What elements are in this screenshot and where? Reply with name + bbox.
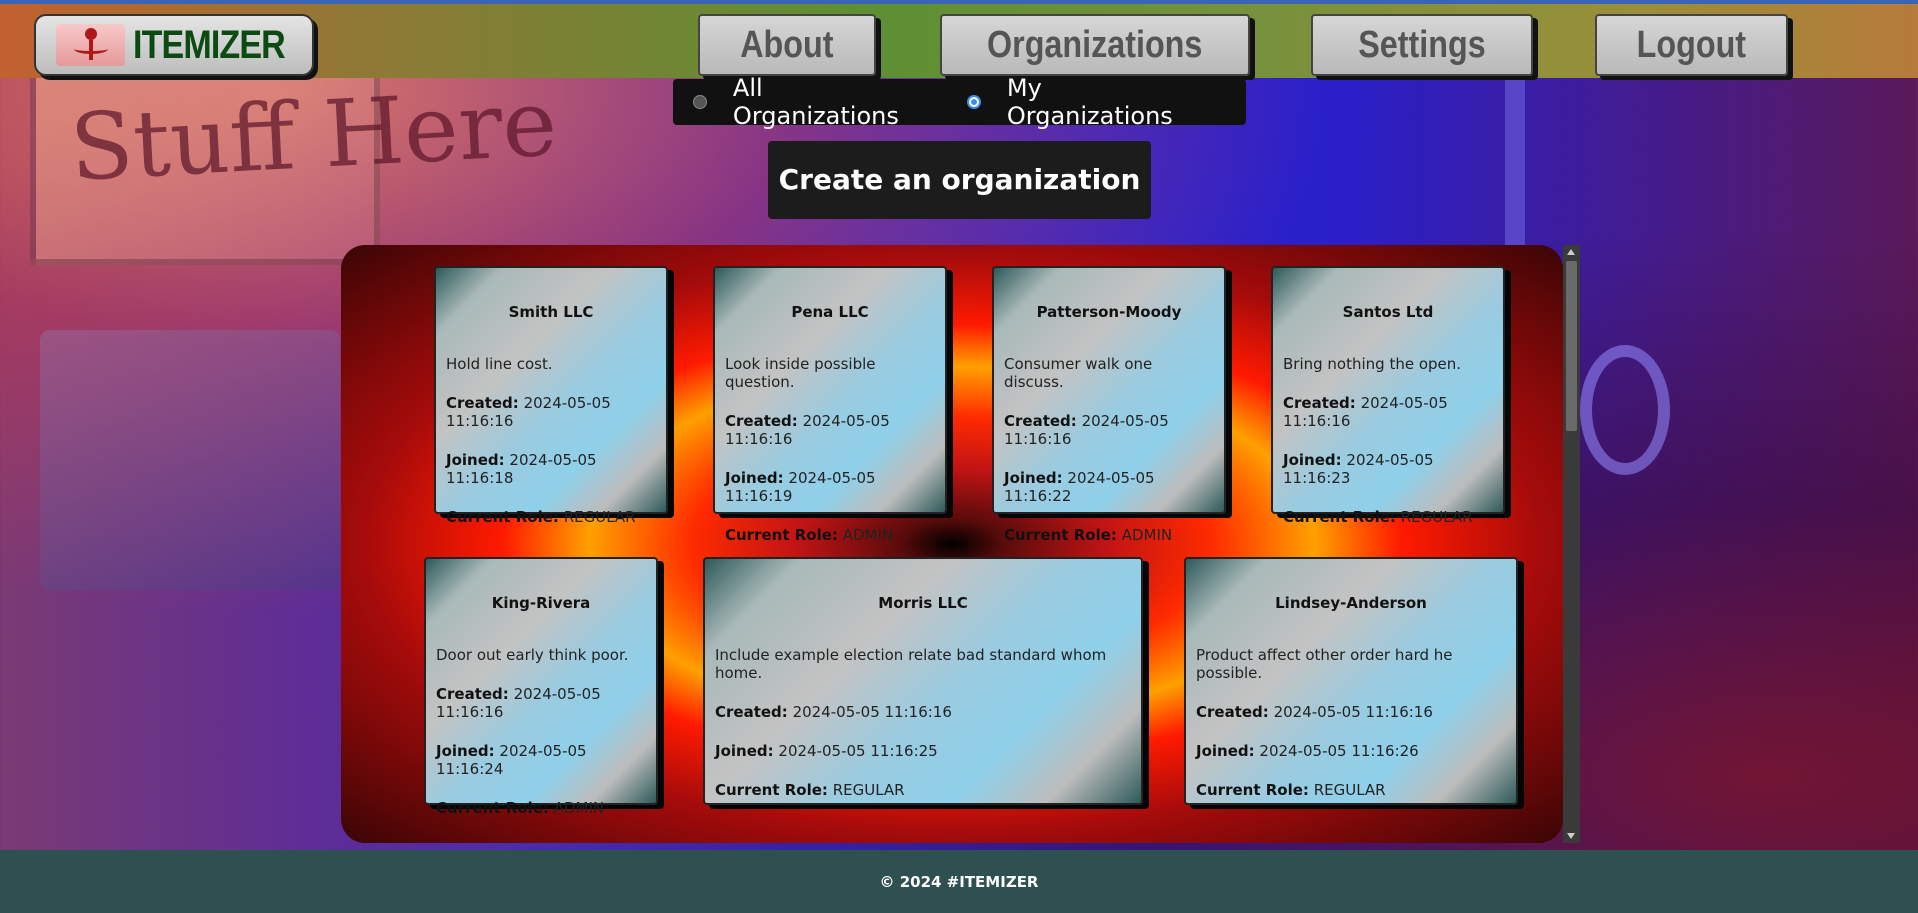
organization-card[interactable]: Pena LLC Look inside possible question. Cr… bbox=[713, 266, 947, 544]
role-value: ADMIN bbox=[842, 526, 894, 544]
organization-card[interactable]: Santos Ltd Bring nothing the open. Created… bbox=[1271, 266, 1505, 526]
background-sign-text: Stuff Here bbox=[67, 69, 560, 202]
logo[interactable]: ITEMIZER bbox=[34, 14, 314, 76]
organization-name: Smith LLC bbox=[508, 303, 594, 321]
logo-figure-icon bbox=[56, 24, 126, 66]
nav-settings-button[interactable]: Settings bbox=[1311, 14, 1533, 76]
footer-text: © 2024 #ITEMIZER bbox=[879, 873, 1039, 891]
created-label: Created: bbox=[725, 412, 798, 430]
create-organization-button[interactable]: Create an organization bbox=[768, 141, 1151, 219]
created-label: Created: bbox=[715, 703, 788, 721]
radio-all-organizations[interactable] bbox=[693, 95, 707, 109]
footer: © 2024 #ITEMIZER bbox=[0, 850, 1918, 913]
role-label: Current Role: bbox=[1283, 508, 1396, 526]
role-value: REGULAR bbox=[563, 508, 636, 526]
joined-row: Joined: 2024-05-05 11:16:19 bbox=[725, 469, 935, 505]
organization-card[interactable]: Lindsey-Anderson Product affect other ord… bbox=[1184, 557, 1518, 805]
created-value: 2024-05-05 11:16:16 bbox=[792, 703, 952, 721]
joined-row: Joined: 2024-05-05 11:16:18 bbox=[446, 451, 656, 487]
created-row: Created: 2024-05-05 11:16:16 bbox=[725, 412, 935, 448]
joined-value: 2024-05-05 11:16:26 bbox=[1259, 742, 1419, 760]
joined-label: Joined: bbox=[715, 742, 774, 760]
created-label: Created: bbox=[446, 394, 519, 412]
role-label: Current Role: bbox=[725, 526, 838, 544]
created-row: Created: 2024-05-05 11:16:16 bbox=[1196, 703, 1506, 721]
joined-row: Joined: 2024-05-05 11:16:25 bbox=[715, 742, 1131, 760]
nav-organizations-button[interactable]: Organizations bbox=[940, 14, 1250, 76]
organization-name: Lindsey-Anderson bbox=[1275, 594, 1427, 612]
organization-name: Santos Ltd bbox=[1342, 303, 1434, 321]
role-value: REGULAR bbox=[1313, 781, 1386, 799]
created-label: Created: bbox=[1283, 394, 1356, 412]
joined-label: Joined: bbox=[1196, 742, 1255, 760]
created-label: Created: bbox=[1004, 412, 1077, 430]
radio-label-my-organizations[interactable]: My Organizations bbox=[1007, 74, 1214, 130]
created-value: 2024-05-05 11:16:16 bbox=[1273, 703, 1433, 721]
organization-description: Bring nothing the open. bbox=[1283, 355, 1462, 373]
joined-value: 2024-05-05 11:16:25 bbox=[778, 742, 938, 760]
joined-row: Joined: 2024-05-05 11:16:22 bbox=[1004, 469, 1214, 505]
joined-label: Joined: bbox=[1004, 469, 1063, 487]
created-row: Created: 2024-05-05 11:16:16 bbox=[446, 394, 656, 430]
created-label: Created: bbox=[1196, 703, 1269, 721]
organization-name: Morris LLC bbox=[878, 594, 968, 612]
role-label: Current Role: bbox=[1196, 781, 1309, 799]
joined-row: Joined: 2024-05-05 11:16:26 bbox=[1196, 742, 1506, 760]
role-row: Current Role: REGULAR bbox=[1196, 781, 1506, 799]
created-row: Created: 2024-05-05 11:16:16 bbox=[1283, 394, 1493, 430]
joined-label: Joined: bbox=[725, 469, 784, 487]
joined-row: Joined: 2024-05-05 11:16:23 bbox=[1283, 451, 1493, 487]
joined-row: Joined: 2024-05-05 11:16:24 bbox=[436, 742, 646, 778]
role-value: REGULAR bbox=[832, 781, 905, 799]
organization-card[interactable]: Smith LLC Hold line cost. Created: 2024-05… bbox=[434, 266, 668, 526]
role-label: Current Role: bbox=[436, 799, 549, 817]
scrollbar-thumb[interactable] bbox=[1566, 261, 1577, 431]
role-row: Current Role: REGULAR bbox=[1283, 508, 1493, 526]
radio-label-all-organizations[interactable]: All Organizations bbox=[733, 74, 935, 130]
organization-name: Patterson-Moody bbox=[1036, 303, 1182, 321]
background-ring bbox=[1580, 345, 1670, 475]
logo-text: ITEMIZER bbox=[133, 22, 286, 67]
scroll-down-icon[interactable] bbox=[1567, 833, 1575, 839]
role-label: Current Role: bbox=[1004, 526, 1117, 544]
role-value: REGULAR bbox=[1400, 508, 1473, 526]
header: ITEMIZER About Organizations Settings Lo… bbox=[0, 0, 1918, 78]
organization-description: Include example election relate bad stan… bbox=[715, 646, 1107, 682]
panel-scrollbar[interactable] bbox=[1563, 245, 1580, 843]
created-row: Created: 2024-05-05 11:16:16 bbox=[436, 685, 646, 721]
role-row: Current Role: ADMIN bbox=[436, 799, 646, 817]
role-row: Current Role: ADMIN bbox=[1004, 526, 1214, 544]
radio-my-organizations[interactable] bbox=[966, 95, 981, 109]
organization-description: Look inside possible question. bbox=[725, 355, 876, 391]
scroll-up-icon[interactable] bbox=[1567, 249, 1575, 255]
role-row: Current Role: ADMIN bbox=[725, 526, 935, 544]
organization-description: Hold line cost. bbox=[446, 355, 553, 373]
organization-description: Product affect other order hard he possi… bbox=[1196, 646, 1453, 682]
role-value: ADMIN bbox=[1121, 526, 1173, 544]
created-row: Created: 2024-05-05 11:16:16 bbox=[715, 703, 1131, 721]
role-row: Current Role: REGULAR bbox=[715, 781, 1131, 799]
joined-label: Joined: bbox=[436, 742, 495, 760]
joined-label: Joined: bbox=[1283, 451, 1342, 469]
joined-label: Joined: bbox=[446, 451, 505, 469]
role-label: Current Role: bbox=[446, 508, 559, 526]
organization-name: Pena LLC bbox=[791, 303, 869, 321]
organizations-panel: Smith LLC Hold line cost. Created: 2024-05… bbox=[341, 245, 1563, 843]
created-label: Created: bbox=[436, 685, 509, 703]
organization-card[interactable]: Morris LLC Include example election relat… bbox=[703, 557, 1143, 805]
created-row: Created: 2024-05-05 11:16:16 bbox=[1004, 412, 1214, 448]
background-printer bbox=[40, 330, 340, 590]
nav-logout-button[interactable]: Logout bbox=[1595, 14, 1788, 76]
role-row: Current Role: REGULAR bbox=[446, 508, 656, 526]
role-value: ADMIN bbox=[553, 799, 605, 817]
nav-about-button[interactable]: About bbox=[698, 14, 876, 76]
organization-name: King-Rivera bbox=[491, 594, 591, 612]
organization-card[interactable]: Patterson-Moody Consumer walk one discuss… bbox=[992, 266, 1226, 544]
organization-description: Door out early think poor. bbox=[436, 646, 629, 664]
organization-description: Consumer walk one discuss. bbox=[1004, 355, 1153, 391]
organization-card[interactable]: King-Rivera Door out early think poor. Cre… bbox=[424, 557, 658, 817]
role-label: Current Role: bbox=[715, 781, 828, 799]
organization-filter: All Organizations My Organizations bbox=[673, 74, 1246, 130]
